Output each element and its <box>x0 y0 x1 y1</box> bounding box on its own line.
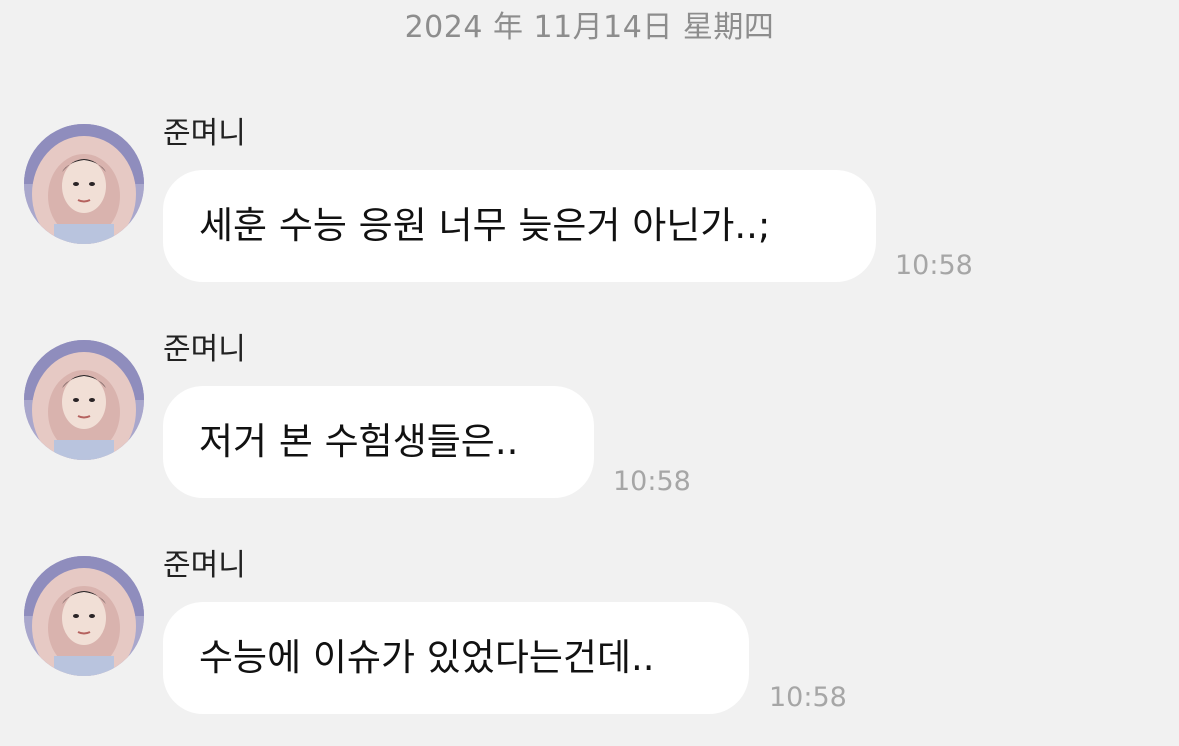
message-timestamp: 10:58 <box>769 682 847 713</box>
sender-name: 준며니 <box>163 332 246 367</box>
message-bubble[interactable]: 세훈 수능 응원 너무 늦은거 아닌가..; <box>163 170 876 282</box>
message-bubble[interactable]: 저거 본 수험생들은.. <box>163 386 594 498</box>
message-timestamp: 10:58 <box>895 250 973 281</box>
sender-avatar[interactable] <box>24 556 144 676</box>
date-header: 2024 年 11月14日 星期四 <box>404 10 775 45</box>
sender-name: 준며니 <box>163 116 246 151</box>
message-bubble[interactable]: 수능에 이슈가 있었다는건데.. <box>163 602 749 714</box>
message-timestamp: 10:58 <box>613 466 691 497</box>
avatar-image <box>24 556 144 676</box>
avatar-image <box>24 340 144 460</box>
avatar-image <box>24 124 144 244</box>
sender-avatar[interactable] <box>24 340 144 460</box>
sender-name: 준며니 <box>163 548 246 583</box>
sender-avatar[interactable] <box>24 124 144 244</box>
